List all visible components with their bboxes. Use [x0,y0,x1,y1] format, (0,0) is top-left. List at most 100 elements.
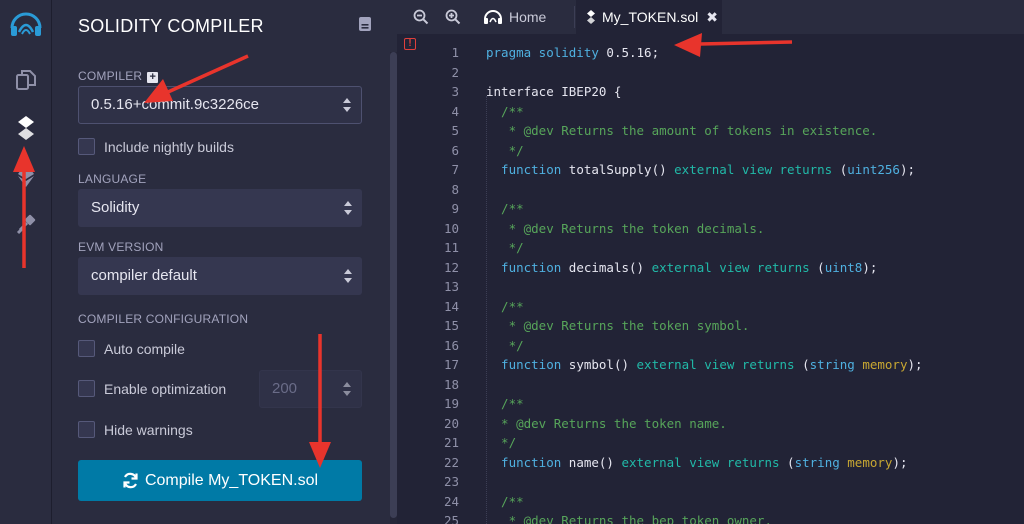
code-token: memory [847,454,893,470]
code-token: */ [486,142,524,158]
tab-my-token[interactable]: My_TOKEN.sol ✖ [576,0,722,34]
line-number: 4 [451,103,459,119]
stepper-arrows-icon[interactable] [343,382,351,396]
refresh-icon [123,472,138,489]
documentation-icon[interactable] [358,16,372,32]
line-number: 24 [443,493,459,509]
code-token: ( [832,162,848,177]
auto-compile-checkbox[interactable] [78,340,95,357]
code-token: ); [892,454,908,470]
line-number: 10 [443,220,459,236]
add-compiler-icon[interactable]: + [147,72,159,83]
optimization-runs-input[interactable]: 200 [259,370,362,408]
language-select[interactable]: Solidity [78,189,362,227]
line-number: 1 [451,45,459,60]
code-line[interactable]: * @dev Returns the amount of tokens in e… [486,123,878,138]
code-token: function [486,259,562,275]
code-line[interactable]: pragma solidity 0.5.16; [486,45,659,60]
code-token: * @dev Returns the bep token owner. [486,513,772,524]
close-tab-icon[interactable]: ✖ [706,9,718,26]
line-number: 15 [443,318,459,333]
code-token: */ [486,435,517,450]
nightly-builds-checkbox[interactable] [78,138,95,155]
code-token: */ [486,240,524,255]
code-line[interactable]: interface IBEP20 { [486,84,621,99]
code-line[interactable]: /** [486,396,524,411]
tab-home[interactable]: Home [477,0,575,34]
compiler-label: COMPILER + [78,69,159,83]
code-line[interactable]: */ [486,435,516,450]
code-token: totalSupply() [561,162,675,177]
nightly-builds-option[interactable]: Include nightly builds [78,138,234,155]
code-line[interactable]: /** [486,494,524,509]
compiler-label-text: COMPILER [78,69,143,83]
deploy-run-icon[interactable] [0,160,52,190]
evm-version-select[interactable]: compiler default [78,257,362,295]
line-number: 16 [443,337,459,353]
hide-warnings-checkbox[interactable] [78,421,95,438]
line-number: 19 [443,396,459,411]
auto-compile-label: Auto compile [104,340,185,357]
code-token: function [486,162,562,177]
file-explorer-icon[interactable] [0,66,52,94]
editor-tab-bar: Home My_TOKEN.sol ✖ [397,0,1024,34]
solidity-compiler-icon[interactable] [0,113,52,143]
enable-optimization-label: Enable optimization [104,380,227,397]
code-line[interactable]: /** [486,299,524,314]
code-token: decimals() [561,259,652,275]
compiler-version-select[interactable]: 0.5.16+commit.9c3226ce [78,86,362,124]
plugin-manager-icon[interactable] [0,210,52,238]
line-number: 9 [451,201,459,216]
hide-warnings-option[interactable]: Hide warnings [78,421,193,438]
code-line[interactable]: * @dev Returns the token decimals. [486,221,765,236]
code-line[interactable]: */ [486,143,524,158]
line-number: 14 [443,298,459,314]
code-line[interactable]: */ [486,240,524,255]
code-line[interactable]: * @dev Returns the token name. [486,416,727,431]
enable-optimization-option[interactable]: Enable optimization [78,380,226,397]
code-token: /** [486,201,524,216]
code-line[interactable]: function symbol() external view returns … [486,357,923,372]
code-token: symbol() [561,357,637,372]
auto-compile-option[interactable]: Auto compile [78,340,185,357]
tab-home-label: Home [509,9,547,25]
code-line[interactable]: */ [486,338,524,353]
code-line[interactable]: * @dev Returns the token symbol. [486,318,750,333]
compile-button-label: Compile My_TOKEN.sol [144,471,319,489]
select-arrows-icon [343,98,351,112]
tab-my-token-label: My_TOKEN.sol [602,9,699,25]
code-token: name() [561,454,622,470]
code-token: ( [779,454,795,470]
language-label: LANGUAGE [78,172,147,186]
language-value: Solidity [91,199,140,216]
code-line[interactable]: function decimals() external view return… [486,260,877,275]
evm-version-value: compiler default [91,267,197,284]
code-editor[interactable] [469,34,1024,524]
code-token: external view returns [651,259,810,275]
code-line[interactable]: function totalSupply() external view ret… [486,162,915,177]
code-token: /** [486,493,524,509]
code-line[interactable]: function name() external view returns (s… [486,454,908,470]
code-token: ); [907,357,923,372]
code-token: * @dev Returns the amount of tokens in e… [486,123,878,138]
code-line[interactable]: /** [486,104,524,119]
code-line[interactable]: /** [486,201,524,216]
code-token: string [794,454,840,470]
code-line[interactable]: * @dev Returns the bep token owner. [486,513,772,524]
enable-optimization-checkbox[interactable] [78,380,95,397]
compiler-configuration-label: COMPILER CONFIGURATION [78,312,249,326]
code-token: pragma solidity [486,45,599,60]
code-token: ); [899,162,916,177]
icon-panel [0,0,52,524]
compile-button[interactable]: Compile My_TOKEN.sol [78,460,362,501]
code-token: uint256 [847,162,900,177]
zoom-out-icon[interactable] [413,9,429,25]
panel-scrollbar-thumb[interactable] [390,52,397,518]
code-token: uint8 [824,259,863,275]
remix-logo-icon[interactable] [0,4,52,44]
code-token: /** [486,298,524,314]
zoom-in-icon[interactable] [445,9,461,25]
code-token: * @dev Returns the token name. [486,415,727,431]
line-number: 5 [451,123,459,138]
line-number: 18 [443,376,459,392]
